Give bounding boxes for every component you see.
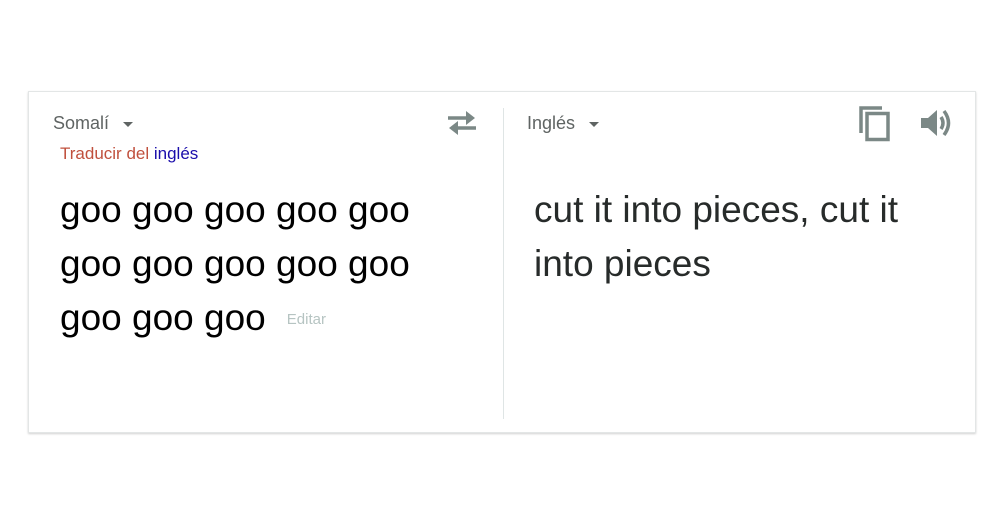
chevron-down-icon — [589, 122, 600, 127]
listen-button[interactable] — [917, 104, 955, 142]
speaker-icon — [921, 109, 951, 137]
edit-button[interactable]: Editar — [287, 311, 326, 328]
copy-button[interactable] — [857, 104, 895, 142]
swap-arrows-icon — [448, 111, 476, 135]
translation-card: Somalí Traducir del inglés goo goo goo g… — [28, 91, 976, 433]
target-language-select[interactable]: Inglés — [527, 113, 600, 134]
detected-language-suggestion: Traducir del inglés — [60, 144, 198, 164]
detect-prefix: Traducir del — [60, 144, 154, 163]
source-language-select[interactable]: Somalí — [53, 113, 134, 134]
panel-divider — [503, 108, 504, 419]
target-language-label: Inglés — [527, 113, 576, 133]
translation-output: cut it into pieces, cut it into pieces — [534, 189, 899, 284]
source-text: goo goo goo goo goo goo goo goo goo goo … — [60, 189, 410, 338]
chevron-down-icon — [123, 122, 134, 127]
source-language-label: Somalí — [53, 113, 110, 133]
source-text-area[interactable]: goo goo goo goo goo goo goo goo goo goo … — [60, 183, 480, 347]
swap-languages-button[interactable] — [446, 109, 478, 137]
copy-icon — [859, 106, 890, 142]
detected-language-link[interactable]: inglés — [154, 144, 198, 163]
